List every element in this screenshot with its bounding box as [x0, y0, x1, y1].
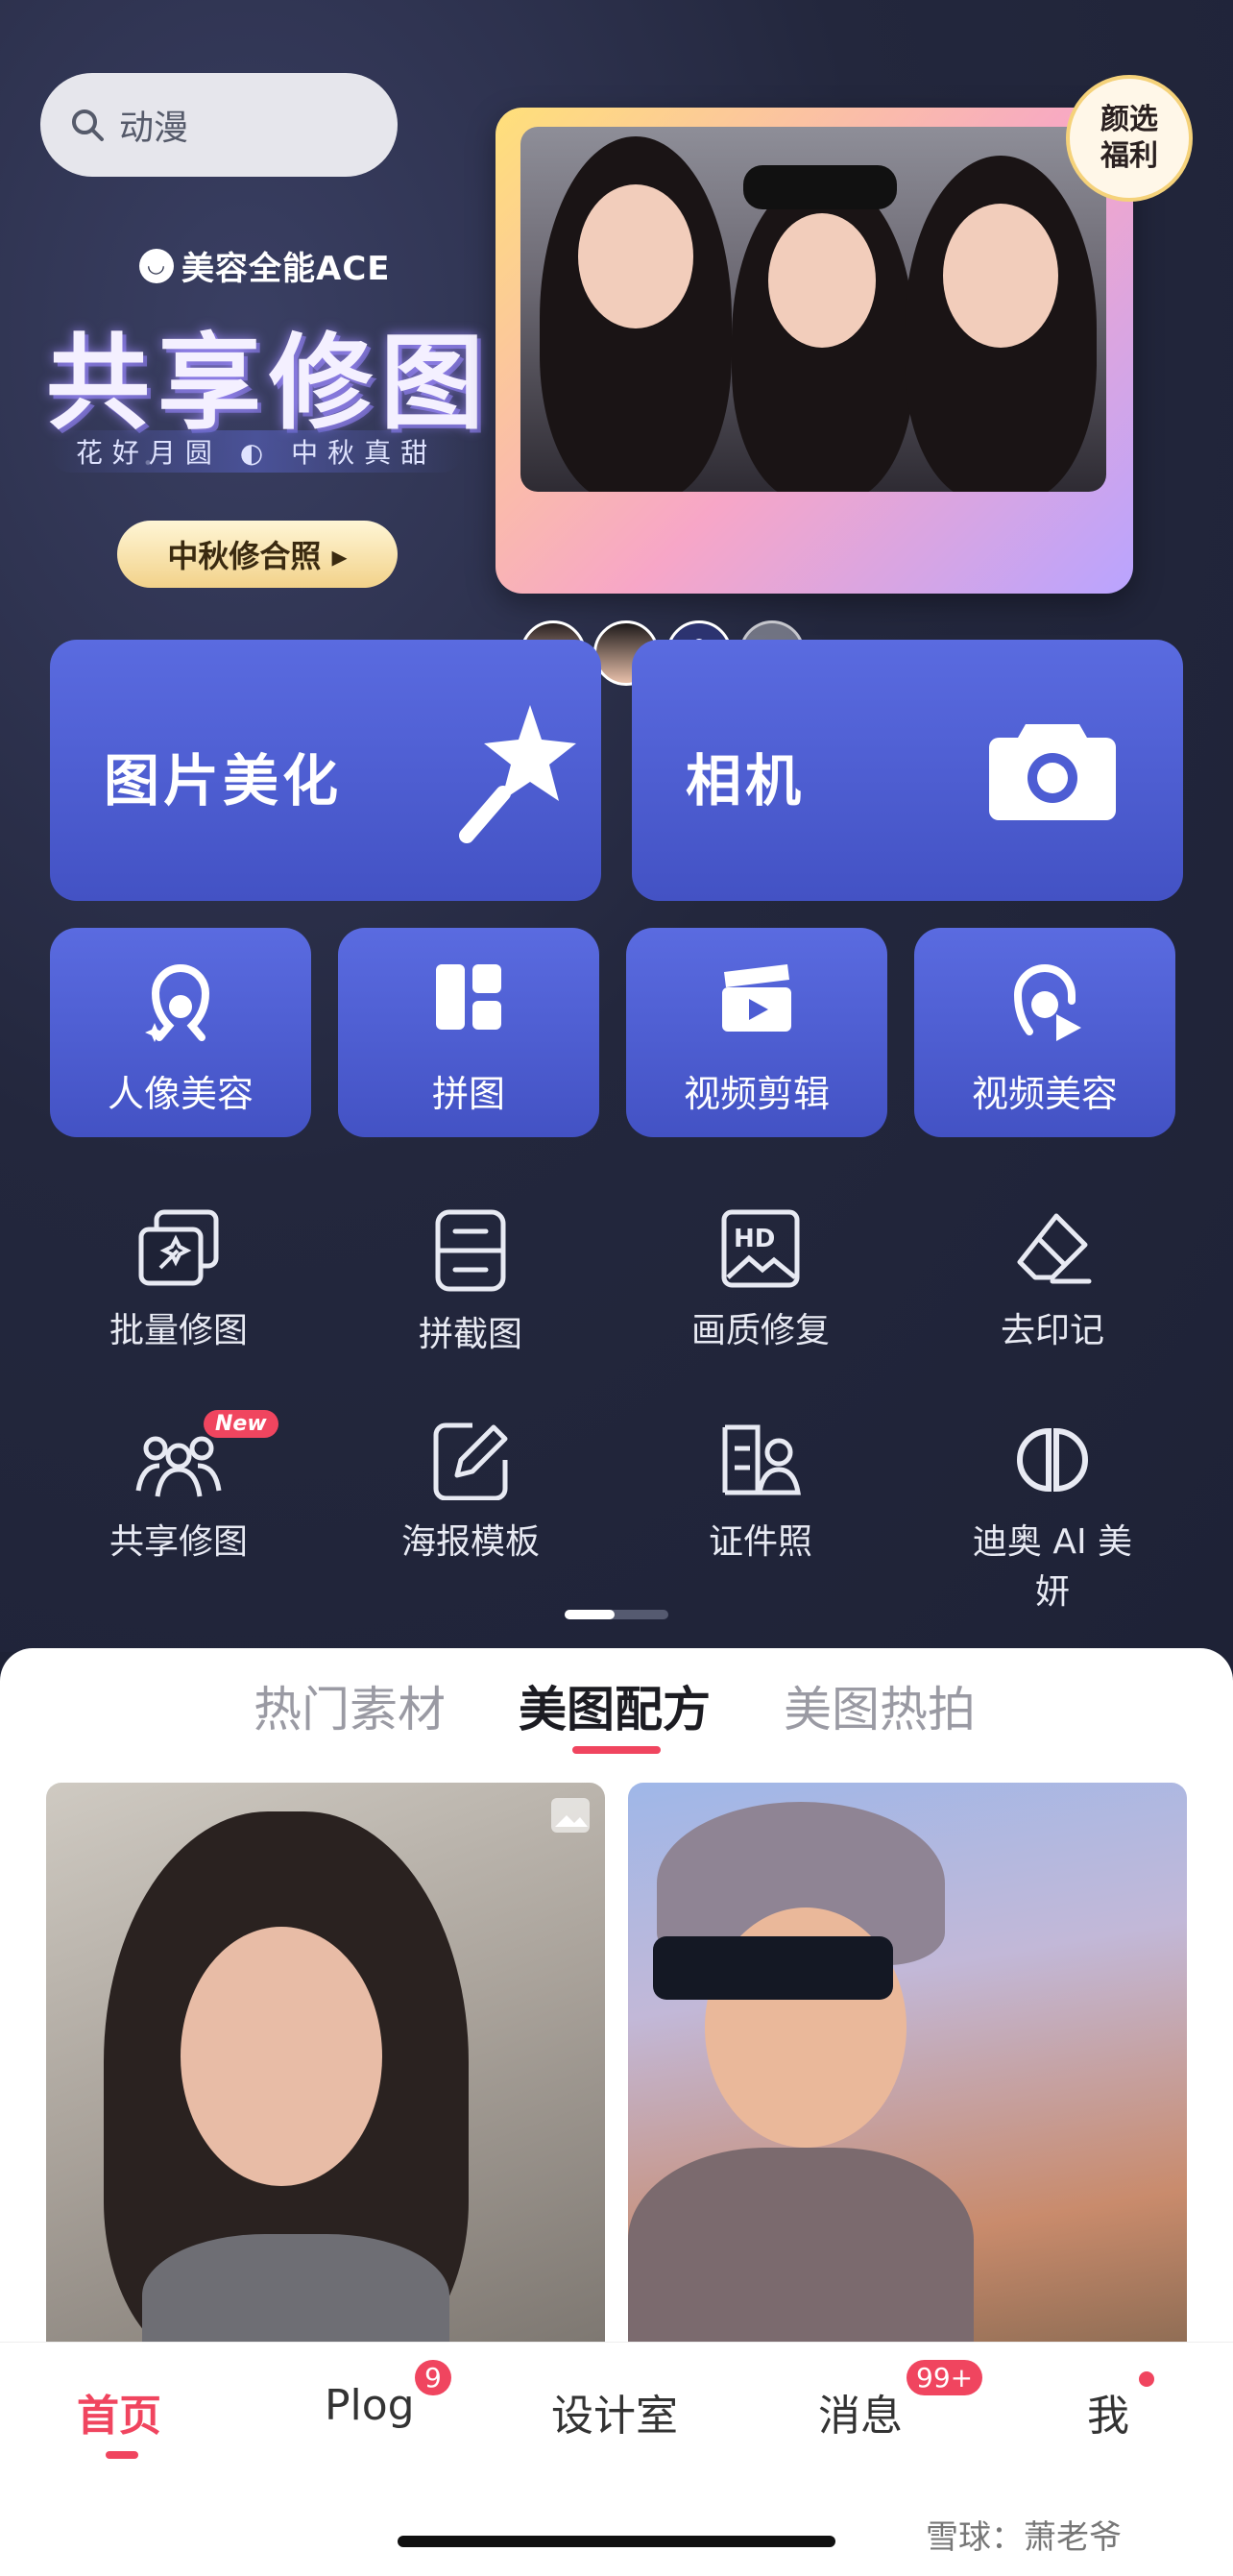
dior-logo-icon — [1017, 1427, 1088, 1493]
sunglasses-shape — [653, 1936, 893, 2000]
messages-badge: 99+ — [907, 2360, 983, 2395]
tool-label: 批量修图 — [109, 1311, 248, 1350]
face-shape — [768, 213, 876, 348]
svg-text:HD: HD — [734, 1225, 775, 1253]
watermark: 雪球：萧老爷 — [926, 2518, 1122, 2557]
sweater-shape — [628, 2148, 974, 2359]
camera-icon — [989, 724, 1116, 820]
tile-label: 视频美容 — [971, 1073, 1118, 1115]
nav-home[interactable]: 首页 — [77, 2381, 161, 2442]
nav-messages[interactable]: 消息 — [818, 2381, 903, 2442]
face-shape — [181, 1927, 382, 2186]
face-shape — [578, 184, 693, 328]
tab-hot-materials[interactable]: 热门素材 — [254, 1671, 446, 1740]
nav-design-studio[interactable]: 设计室 — [551, 2381, 678, 2442]
tool-label: 拼截图 — [418, 1315, 522, 1354]
collage-tile[interactable]: 拼图 — [338, 928, 599, 1137]
tile-label: 图片美化 — [104, 748, 343, 814]
brand-text: 美容全能ACE — [181, 250, 391, 288]
banner-headline[interactable]: 共享修图 — [46, 300, 492, 450]
tool-label: 画质修复 — [690, 1311, 830, 1350]
id-photo-button[interactable]: 证件照 — [665, 1420, 857, 1564]
tab-recipes[interactable]: 美图配方 — [519, 1671, 711, 1740]
promo-badge[interactable]: 颜选 福利 — [1066, 75, 1193, 202]
tool-label: 去印记 — [1000, 1311, 1104, 1350]
video-edit-tile[interactable]: 视频剪辑 — [626, 928, 887, 1137]
video-beauty-tile[interactable]: 视频美容 — [914, 928, 1175, 1137]
search-placeholder: 动漫 — [119, 109, 189, 148]
search-bar[interactable]: 动漫 — [40, 73, 398, 177]
tool-label: 证件照 — [708, 1522, 812, 1562]
new-tag: New — [204, 1410, 278, 1438]
feed-card-image[interactable] — [628, 1783, 1187, 2359]
home-indicator[interactable] — [398, 2536, 835, 2547]
tab-hot-shots[interactable]: 美图热拍 — [784, 1671, 976, 1740]
content-tabs: 热门素材 美图配方 美图热拍 — [0, 1671, 1233, 1758]
clothing-shape — [142, 2234, 449, 2359]
dior-ai-beauty-button[interactable]: 迪奥 AI 美妍 — [956, 1420, 1148, 1614]
poster-template-button[interactable]: 海报模板 — [375, 1420, 567, 1564]
tool-label: 共享修图 — [109, 1522, 248, 1562]
feed-card-image[interactable] — [46, 1783, 605, 2359]
camera-tile[interactable]: 相机 — [632, 640, 1183, 901]
brand-logo-icon: ◡ — [139, 248, 174, 283]
group-photo — [520, 127, 1106, 492]
eraser-icon — [1017, 1213, 1092, 1284]
batch-edit-icon — [138, 1209, 219, 1286]
banner-tagline: 花好月圆 ◐ 中秋真甜 — [50, 430, 463, 473]
face-shape — [943, 204, 1058, 348]
badge-line: 颜选 — [1100, 103, 1158, 136]
badge-line: 福利 — [1100, 139, 1158, 173]
active-tab-indicator — [572, 1746, 661, 1754]
tile-label: 视频剪辑 — [683, 1073, 830, 1115]
active-nav-indicator — [106, 2451, 138, 2459]
nav-me[interactable]: 我 — [1087, 2381, 1129, 2442]
video-face-icon — [1013, 964, 1081, 1041]
image-icon — [551, 1798, 590, 1833]
poster-edit-icon — [433, 1422, 508, 1500]
tool-label: 迪奥 AI 美妍 — [972, 1522, 1133, 1612]
photo-beautify-tile[interactable]: 图片美化 — [50, 640, 601, 901]
brand-label: ◡ 美容全能ACE — [139, 242, 391, 289]
tile-label: 相机 — [686, 748, 806, 814]
plog-badge: 9 — [415, 2360, 451, 2395]
nav-plog[interactable]: Plog — [325, 2381, 415, 2430]
tile-label: 人像美容 — [107, 1073, 254, 1115]
banner-cta-button[interactable]: 中秋修合照 ▸ — [117, 521, 398, 588]
screenshot-stitch-button[interactable]: 拼截图 — [375, 1208, 567, 1356]
banner-photo-card[interactable]: + — [496, 108, 1133, 686]
tool-label: 海报模板 — [400, 1522, 540, 1562]
notification-dot — [1139, 2371, 1154, 2387]
cap-shape — [743, 165, 897, 209]
page-indicator — [565, 1610, 668, 1619]
remove-watermark-button[interactable]: 去印记 — [956, 1208, 1148, 1352]
tile-label: 拼图 — [431, 1073, 505, 1115]
search-icon — [72, 109, 104, 141]
id-photo-icon — [722, 1424, 801, 1495]
batch-edit-button[interactable]: 批量修图 — [83, 1208, 275, 1352]
collage-icon — [436, 964, 501, 1030]
page-indicator-active — [565, 1610, 615, 1619]
portrait-beauty-tile[interactable]: 人像美容 — [50, 928, 311, 1137]
screenshot-stitch-icon — [435, 1209, 506, 1292]
face-sparkle-icon — [145, 964, 210, 1042]
clapperboard-icon — [722, 964, 791, 1032]
shared-edit-button[interactable]: 共享修图 — [83, 1420, 275, 1564]
hd-icon: HD — [721, 1209, 800, 1288]
quality-restore-button[interactable]: HD 画质修复 — [665, 1208, 857, 1352]
magic-wand-icon — [459, 705, 576, 843]
